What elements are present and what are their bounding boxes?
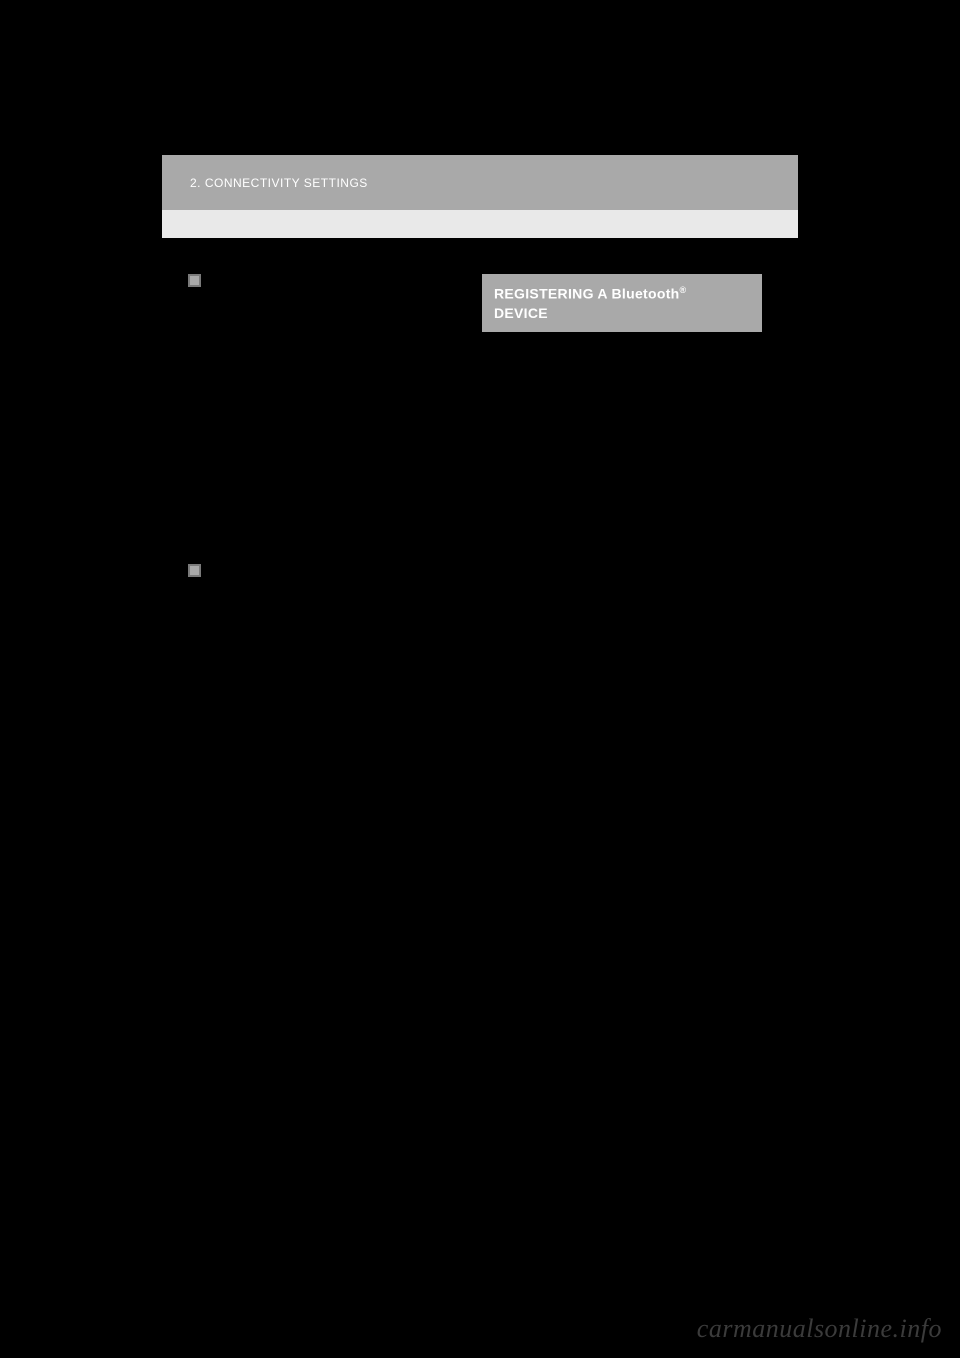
page-header-bar: 2. CONNECTIVITY SETTINGS (162, 155, 798, 210)
square-bullet-icon (188, 564, 201, 584)
manual-page: 2. CONNECTIVITY SETTINGS REGISTERING A B… (162, 155, 798, 1203)
breadcrumb: 2. CONNECTIVITY SETTINGS (190, 176, 368, 190)
watermark-text: carmanualsonline.info (697, 1314, 942, 1344)
section-title-line2: DEVICE (494, 305, 548, 321)
page-sub-bar (162, 210, 798, 238)
section-title-line1: REGISTERING A Bluetooth (494, 286, 680, 302)
bullet-item (188, 562, 468, 584)
section-heading: REGISTERING A Bluetooth® DEVICE (482, 274, 762, 332)
left-column (188, 272, 468, 584)
page-content: REGISTERING A Bluetooth® DEVICE (162, 238, 798, 266)
square-bullet-icon (188, 274, 201, 294)
registered-trademark-icon: ® (680, 285, 687, 295)
bullet-item (188, 272, 468, 294)
right-column: REGISTERING A Bluetooth® DEVICE (482, 274, 782, 332)
